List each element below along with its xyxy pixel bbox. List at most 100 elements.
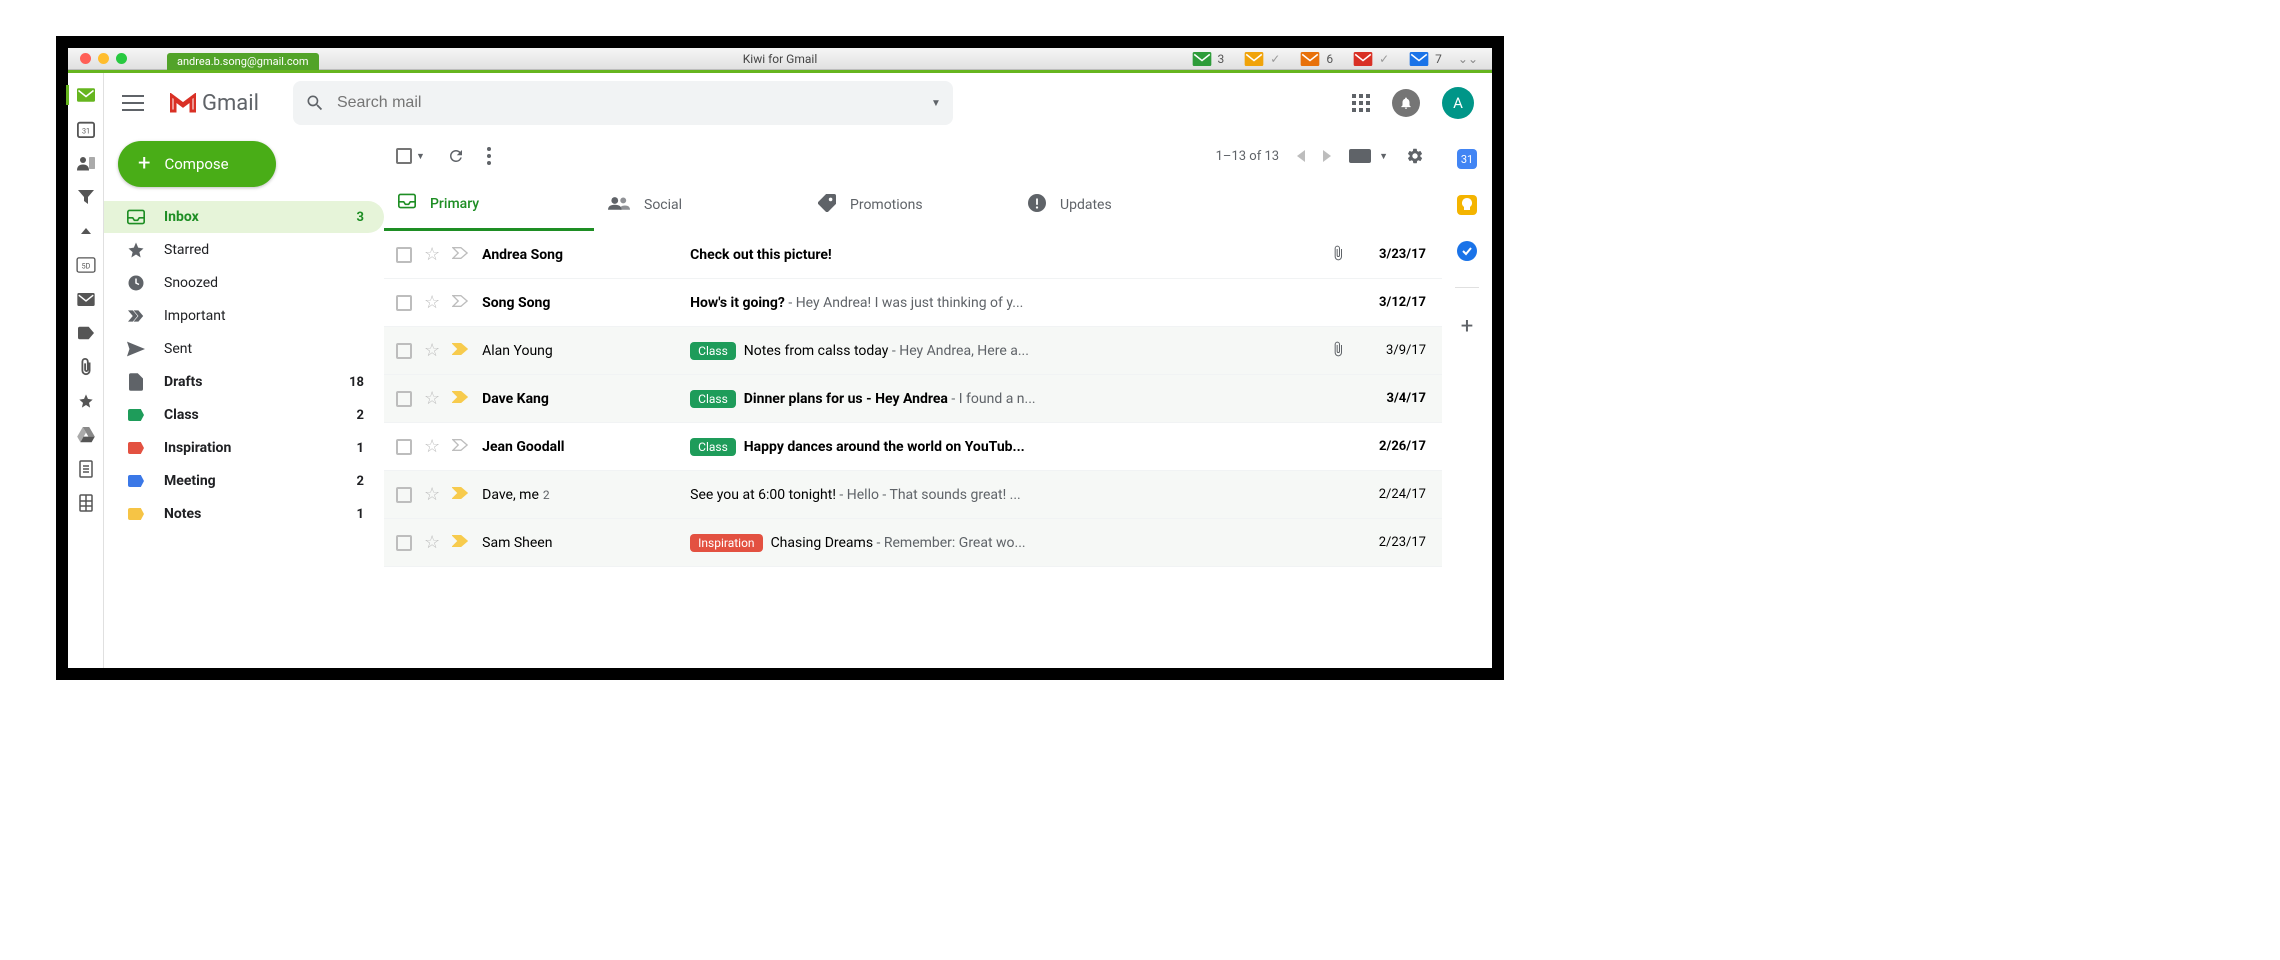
tab-social[interactable]: Social [594, 179, 804, 231]
notifications-button[interactable] [1392, 89, 1420, 117]
account-badge-3[interactable]: ✓ [1345, 52, 1397, 66]
mail-row[interactable]: ☆ Sam Sheen InspirationChasing Dreams - … [384, 519, 1442, 567]
mail-checkbox[interactable] [396, 391, 412, 407]
search-input[interactable] [337, 94, 919, 112]
star-icon[interactable]: ☆ [424, 484, 440, 505]
strip-collapse-up[interactable] [76, 221, 96, 241]
star-icon[interactable]: ☆ [424, 436, 440, 457]
rightbar-calendar[interactable]: 31 [1457, 149, 1477, 169]
rightbar-add-button[interactable]: + [1461, 314, 1473, 339]
sidebar-item-label: Starred [164, 242, 364, 258]
sidebar-item-class[interactable]: Class2 [104, 399, 384, 431]
mail-row[interactable]: ☆ Jean Goodall ClassHappy dances around … [384, 423, 1442, 471]
mail-checkbox[interactable] [396, 247, 412, 263]
strip-tag[interactable] [76, 323, 96, 343]
main-menu-button[interactable] [122, 95, 144, 111]
mail-row[interactable]: ☆ Alan Young ClassNotes from calss today… [384, 327, 1442, 375]
important-marker[interactable] [452, 486, 470, 504]
label-icon [126, 508, 146, 520]
strip-sheets[interactable] [76, 493, 96, 513]
important-marker[interactable] [452, 246, 470, 264]
strip-contacts[interactable] [76, 153, 96, 173]
tab-primary[interactable]: Primary [384, 179, 594, 231]
chevron-down-icon[interactable]: ⌄⌄ [1454, 52, 1482, 66]
sidebar-item-starred[interactable]: Starred [104, 234, 384, 266]
strip-attach[interactable] [76, 357, 96, 377]
mail-checkbox[interactable] [396, 487, 412, 503]
strip-mail[interactable] [66, 85, 102, 105]
star-icon[interactable]: ☆ [424, 388, 440, 409]
select-all-checkbox[interactable] [396, 148, 412, 164]
strip-drive[interactable] [76, 425, 96, 445]
strip-filter[interactable] [76, 187, 96, 207]
mail-checkbox[interactable] [396, 295, 412, 311]
thread-count: 2 [543, 488, 550, 502]
important-marker[interactable] [452, 534, 470, 552]
clock-icon [126, 274, 146, 292]
strip-calendar-5d[interactable]: 5D [76, 255, 96, 275]
sidebar-item-snoozed[interactable]: Snoozed [104, 267, 384, 299]
account-badge-4[interactable]: 7 [1401, 52, 1450, 66]
input-tools-button[interactable]: ▼ [1349, 149, 1388, 163]
important-marker[interactable] [452, 294, 470, 312]
rightbar-tasks[interactable] [1457, 241, 1477, 261]
prev-page-button[interactable] [1297, 150, 1305, 162]
strip-docs[interactable] [76, 459, 96, 479]
star-icon[interactable]: ☆ [424, 340, 440, 361]
mail-row[interactable]: ☆ Song Song How's it going? - Hey Andrea… [384, 279, 1442, 327]
important-marker[interactable] [452, 342, 470, 360]
more-menu-button[interactable] [487, 147, 491, 165]
account-chip[interactable]: andrea.b.song@gmail.com [167, 53, 319, 70]
mail-checkbox[interactable] [396, 535, 412, 551]
sidebar-item-meeting[interactable]: Meeting2 [104, 465, 384, 497]
important-marker[interactable] [452, 390, 470, 408]
account-badge-0[interactable]: 3 [1184, 52, 1233, 66]
mail-date: 2/26/17 [1358, 439, 1426, 454]
star-icon[interactable]: ☆ [424, 292, 440, 313]
mail-checkbox[interactable] [396, 343, 412, 359]
gmail-m-icon [170, 93, 196, 113]
minimize-window-button[interactable] [98, 53, 109, 64]
sidebar-item-label: Drafts [164, 374, 331, 390]
sidebar-item-important[interactable]: Important [104, 300, 384, 332]
search-bar[interactable]: ▼ [293, 81, 953, 125]
settings-button[interactable] [1406, 147, 1424, 165]
mail-row[interactable]: ☆ Dave Kang ClassDinner plans for us - H… [384, 375, 1442, 423]
important-marker[interactable] [452, 438, 470, 456]
next-page-button[interactable] [1323, 150, 1331, 162]
label-icon [126, 409, 146, 421]
sidebar-item-inbox[interactable]: Inbox3 [104, 201, 384, 233]
check-icon: ✓ [1270, 52, 1280, 66]
strip-star[interactable] [76, 391, 96, 411]
mail-row[interactable]: ☆ Andrea Song Check out this picture! 3/… [384, 231, 1442, 279]
mail-checkbox[interactable] [396, 439, 412, 455]
account-badge-2[interactable]: 6 [1292, 52, 1341, 66]
maximize-window-button[interactable] [116, 53, 127, 64]
select-dropdown[interactable]: ▼ [416, 151, 425, 162]
sidebar-item-sent[interactable]: Sent [104, 333, 384, 365]
gmail-logo[interactable]: Gmail [170, 91, 259, 116]
mail-row[interactable]: ☆ Dave, me2 See you at 6:00 tonight! - H… [384, 471, 1442, 519]
sidebar-item-drafts[interactable]: Drafts18 [104, 366, 384, 398]
tab-promotions[interactable]: Promotions [804, 179, 1014, 231]
strip-calendar-31[interactable]: 31 [76, 119, 96, 139]
sidebar-item-inspiration[interactable]: Inspiration1 [104, 432, 384, 464]
mail-icon [1409, 52, 1429, 66]
account-badge-1[interactable]: ✓ [1236, 52, 1288, 66]
sidebar-item-notes[interactable]: Notes1 [104, 498, 384, 530]
star-icon[interactable]: ☆ [424, 244, 440, 265]
close-window-button[interactable] [80, 53, 91, 64]
compose-button[interactable]: + Compose [118, 141, 276, 187]
gmail-text: Gmail [202, 91, 259, 116]
sidebar-item-label: Sent [164, 341, 364, 357]
star-icon[interactable]: ☆ [424, 532, 440, 553]
rightbar-keep[interactable] [1457, 195, 1477, 215]
account-avatar[interactable]: A [1442, 87, 1474, 119]
refresh-button[interactable] [447, 147, 465, 165]
label-icon [126, 442, 146, 454]
svg-text:5D: 5D [81, 262, 90, 271]
apps-grid-icon[interactable] [1352, 94, 1370, 112]
tab-updates[interactable]: Updates [1014, 179, 1224, 231]
search-options-dropdown[interactable]: ▼ [931, 98, 941, 109]
strip-mail-alt[interactable] [76, 289, 96, 309]
